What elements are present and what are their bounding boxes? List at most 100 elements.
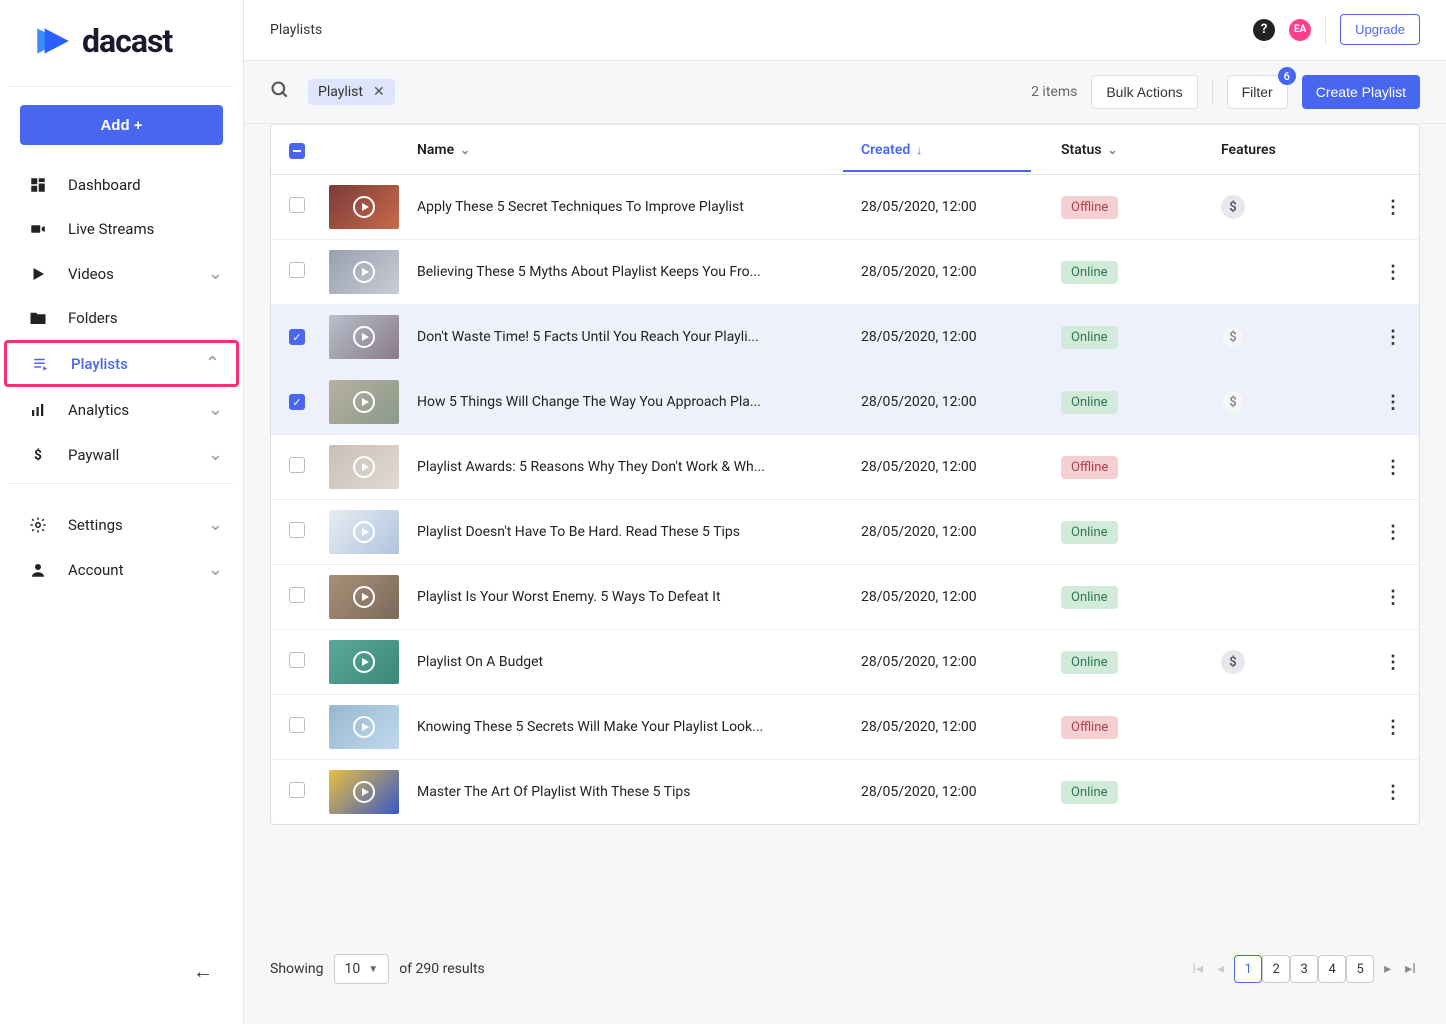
- sidebar-item-account[interactable]: Account⌄: [0, 547, 243, 592]
- sidebar-item-analytics[interactable]: Analytics⌄: [0, 387, 243, 432]
- playlist-name: How 5 Things Will Change The Way You App…: [417, 394, 861, 410]
- status-badge: Online: [1061, 261, 1118, 284]
- sidebar-item-label: Folders: [68, 309, 223, 327]
- table-row[interactable]: Master The Art Of Playlist With These 5 …: [271, 760, 1419, 824]
- row-menu-icon[interactable]: ⋮: [1384, 782, 1401, 803]
- playlist-features: $: [1221, 650, 1361, 674]
- arrow-down-icon: ↓: [916, 143, 922, 157]
- row-menu-icon[interactable]: ⋮: [1384, 392, 1401, 413]
- row-checkbox[interactable]: ✓: [289, 394, 305, 410]
- sidebar-item-paywall[interactable]: $Paywall⌄: [0, 432, 243, 477]
- table-row[interactable]: Believing These 5 Myths About Playlist K…: [271, 240, 1419, 305]
- page-button-3[interactable]: 3: [1290, 955, 1318, 983]
- sidebar-item-settings[interactable]: Settings⌄: [0, 502, 243, 547]
- dollar-icon: $: [1221, 195, 1245, 219]
- sidebar-item-dashboard[interactable]: Dashboard: [0, 163, 243, 207]
- create-playlist-button[interactable]: Create Playlist: [1302, 75, 1420, 109]
- column-status[interactable]: Status ⌄: [1061, 142, 1221, 158]
- status-badge: Offline: [1061, 716, 1118, 739]
- next-page-icon[interactable]: ▸: [1380, 961, 1395, 977]
- page-button-5[interactable]: 5: [1346, 955, 1374, 983]
- brand-logo[interactable]: dacast: [0, 0, 243, 86]
- row-checkbox[interactable]: ✓: [289, 329, 305, 345]
- column-name[interactable]: Name ⌄: [417, 142, 861, 158]
- sidebar-divider: [10, 86, 233, 87]
- table-row[interactable]: ✓Don't Waste Time! 5 Facts Until You Rea…: [271, 305, 1419, 370]
- row-menu-icon[interactable]: ⋮: [1384, 652, 1401, 673]
- playlist-thumbnail[interactable]: [329, 380, 399, 424]
- playlist-thumbnail[interactable]: [329, 185, 399, 229]
- page-size-select[interactable]: 10 ▼: [334, 954, 390, 984]
- row-menu-icon[interactable]: ⋮: [1384, 262, 1401, 283]
- chevron-down-icon: ⌄: [208, 263, 223, 284]
- row-checkbox[interactable]: [289, 652, 305, 668]
- playlist-thumbnail[interactable]: [329, 510, 399, 554]
- close-icon[interactable]: ✕: [373, 84, 385, 100]
- play-icon: [353, 261, 375, 283]
- playlist-thumbnail[interactable]: [329, 250, 399, 294]
- playlist-thumbnail[interactable]: [329, 315, 399, 359]
- playlist-thumbnail[interactable]: [329, 640, 399, 684]
- sidebar-item-label: Dashboard: [68, 176, 223, 194]
- last-page-icon[interactable]: ▸I: [1401, 961, 1420, 977]
- page-button-4[interactable]: 4: [1318, 955, 1346, 983]
- status-badge: Online: [1061, 521, 1118, 544]
- playlist-table: Name ⌄ Created ↓ Status ⌄ Features: [270, 124, 1420, 825]
- playlist-thumbnail[interactable]: [329, 705, 399, 749]
- prev-page-icon[interactable]: ◂: [1213, 961, 1228, 977]
- row-menu-icon[interactable]: ⋮: [1384, 457, 1401, 478]
- bulk-actions-button[interactable]: Bulk Actions: [1091, 75, 1197, 109]
- page-button-1[interactable]: 1: [1234, 955, 1262, 983]
- select-all-checkbox[interactable]: [289, 143, 305, 159]
- row-checkbox[interactable]: [289, 262, 305, 278]
- filter-chip[interactable]: Playlist ✕: [308, 79, 395, 105]
- table-row[interactable]: Playlist Is Your Worst Enemy. 5 Ways To …: [271, 565, 1419, 630]
- sidebar: dacast Add + Dashboard Live StreamsVideos…: [0, 0, 244, 1024]
- table-row[interactable]: Knowing These 5 Secrets Will Make Your P…: [271, 695, 1419, 760]
- playlist-created: 28/05/2020, 12:00: [861, 329, 1061, 345]
- playlist-name: Playlist Doesn't Have To Be Hard. Read T…: [417, 524, 861, 540]
- add-button[interactable]: Add +: [20, 105, 223, 145]
- table-row[interactable]: Playlist Awards: 5 Reasons Why They Don'…: [271, 435, 1419, 500]
- first-page-icon[interactable]: I◂: [1188, 961, 1207, 977]
- row-checkbox[interactable]: [289, 782, 305, 798]
- playlist-thumbnail[interactable]: [329, 770, 399, 814]
- row-checkbox[interactable]: [289, 197, 305, 213]
- sidebar-item-live-streams[interactable]: Live Streams: [0, 207, 243, 251]
- search-icon[interactable]: [270, 80, 290, 105]
- analytics-icon: [28, 400, 48, 420]
- column-created[interactable]: Created ↓: [861, 142, 1061, 158]
- sidebar-item-label: Account: [68, 561, 188, 579]
- sidebar-item-playlists[interactable]: Playlists⌃: [4, 340, 239, 387]
- row-menu-icon[interactable]: ⋮: [1384, 587, 1401, 608]
- of-results-label: of 290 results: [399, 961, 485, 977]
- collapse-sidebar-icon[interactable]: ←: [183, 949, 223, 994]
- row-checkbox[interactable]: [289, 457, 305, 473]
- table-row[interactable]: Playlist Doesn't Have To Be Hard. Read T…: [271, 500, 1419, 565]
- sidebar-item-videos[interactable]: Videos⌄: [0, 251, 243, 296]
- row-menu-icon[interactable]: ⋮: [1384, 522, 1401, 543]
- playlist-thumbnail[interactable]: [329, 445, 399, 489]
- playlist-thumbnail[interactable]: [329, 575, 399, 619]
- table-row[interactable]: ✓ How 5 Things Will Change The Way You Ap…: [271, 370, 1419, 435]
- row-checkbox[interactable]: [289, 717, 305, 733]
- playlist-created: 28/05/2020, 12:00: [861, 459, 1061, 475]
- playlist-name: Believing These 5 Myths About Playlist K…: [417, 264, 861, 280]
- dollar-icon: $: [1221, 390, 1245, 414]
- brand-logo-icon: [32, 20, 74, 62]
- row-checkbox[interactable]: [289, 587, 305, 603]
- avatar[interactable]: EA: [1289, 19, 1311, 41]
- page-button-2[interactable]: 2: [1262, 955, 1290, 983]
- status-badge: Online: [1061, 326, 1118, 349]
- table-row[interactable]: Apply These 5 Secret Techniques To Impro…: [271, 175, 1419, 240]
- help-icon[interactable]: ?: [1253, 19, 1275, 41]
- row-menu-icon[interactable]: ⋮: [1384, 197, 1401, 218]
- upgrade-button[interactable]: Upgrade: [1340, 14, 1420, 45]
- dollar-icon: $: [28, 445, 48, 465]
- table-row[interactable]: Playlist On A Budget28/05/2020, 12:00Onl…: [271, 630, 1419, 695]
- row-checkbox[interactable]: [289, 522, 305, 538]
- chevron-up-icon: ⌃: [205, 353, 220, 374]
- row-menu-icon[interactable]: ⋮: [1384, 717, 1401, 738]
- row-menu-icon[interactable]: ⋮: [1384, 327, 1401, 348]
- sidebar-item-folders[interactable]: Folders: [0, 296, 243, 340]
